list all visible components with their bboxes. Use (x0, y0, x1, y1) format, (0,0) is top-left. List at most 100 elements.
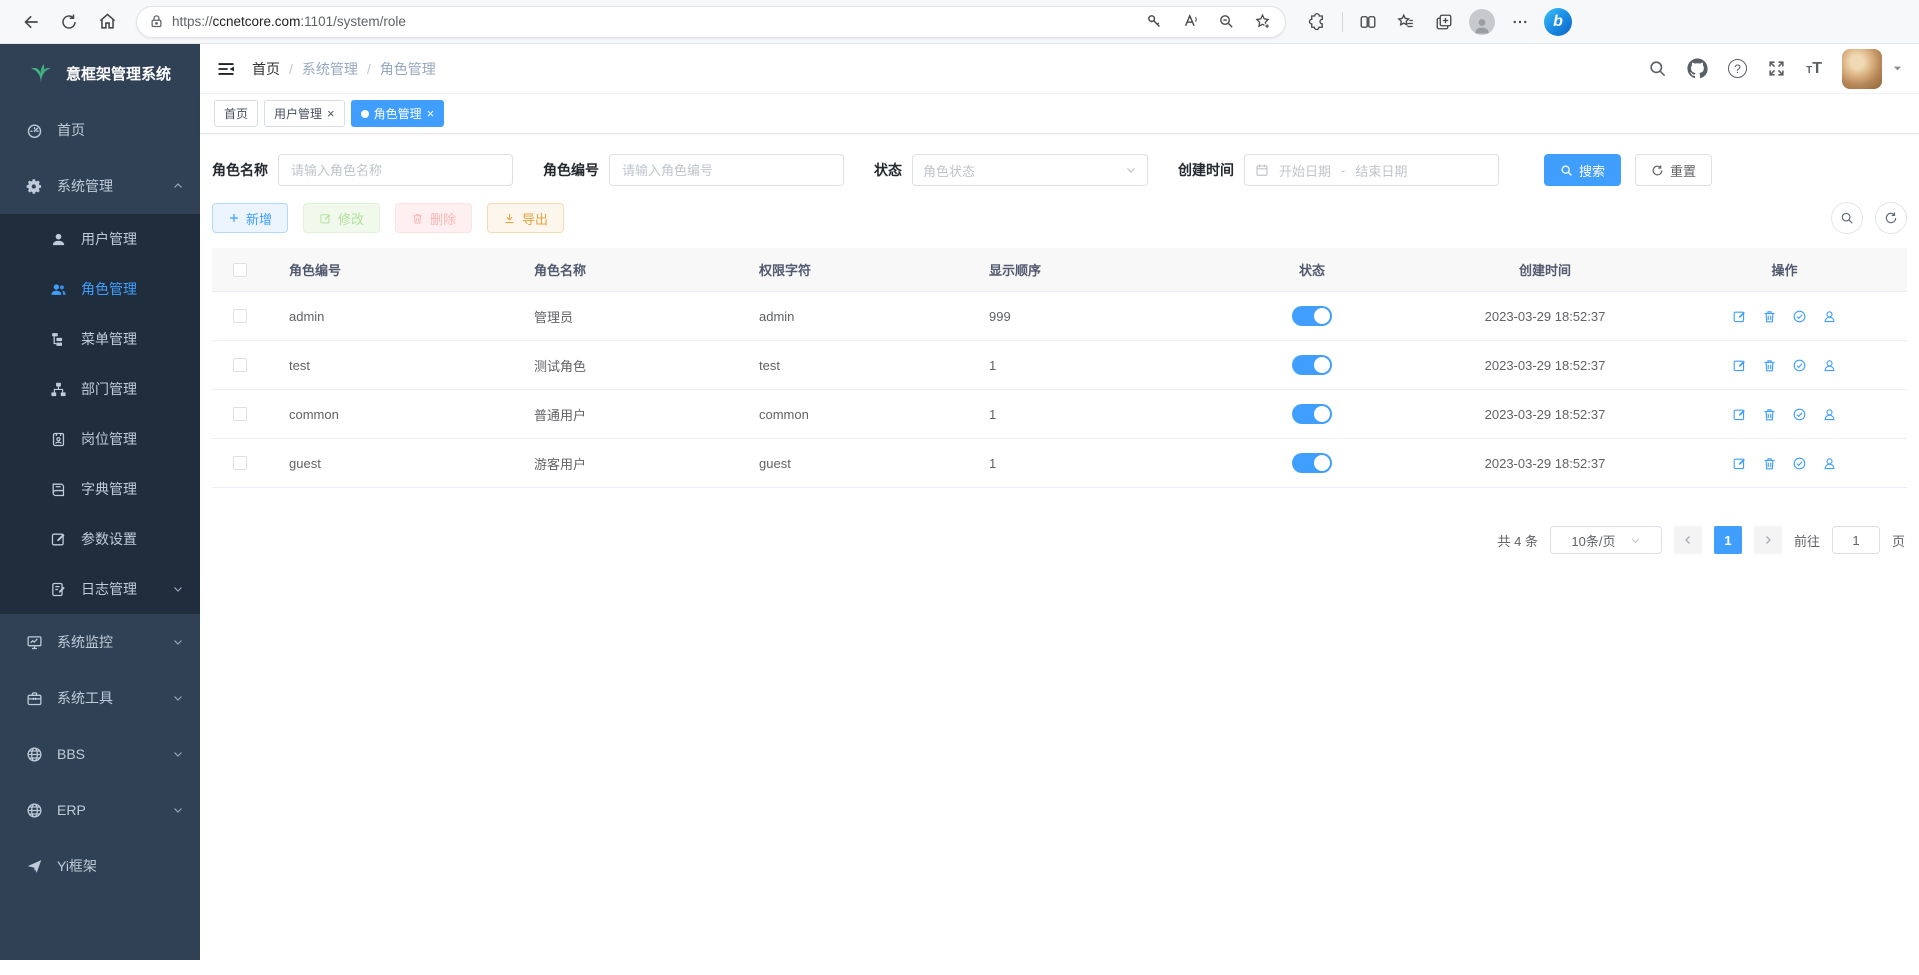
bing-chat-icon[interactable]: b (1541, 5, 1575, 39)
status-toggle[interactable] (1292, 355, 1332, 375)
row-assign-user-icon[interactable] (1822, 407, 1837, 422)
prev-page-button[interactable] (1674, 526, 1702, 554)
help-icon[interactable]: ? (1728, 59, 1747, 78)
row-delete-icon[interactable] (1762, 358, 1777, 373)
more-icon[interactable] (1503, 5, 1537, 39)
log-icon (50, 581, 67, 598)
extensions-icon[interactable] (1300, 5, 1334, 39)
logo-icon (28, 61, 54, 85)
refresh-icon[interactable] (52, 5, 86, 39)
tab-user-mgmt[interactable]: 用户管理 × (264, 100, 345, 127)
tab-label: 角色管理 (374, 105, 422, 122)
sidebar-item-post-mgmt[interactable]: 岗位管理 (0, 414, 200, 464)
home-icon[interactable] (90, 5, 124, 39)
sidebar-item-log-mgmt[interactable]: 日志管理 (0, 564, 200, 614)
sidebar-item-yi-framework[interactable]: Yi框架 (0, 838, 200, 894)
sidebar-item-menu-mgmt[interactable]: 菜单管理 (0, 314, 200, 364)
row-assign-user-icon[interactable] (1822, 358, 1837, 373)
row-edit-icon[interactable] (1732, 456, 1747, 471)
tab-role-mgmt[interactable]: 角色管理 × (351, 100, 445, 127)
delete-button[interactable]: 删除 (395, 203, 472, 233)
row-permission-icon[interactable] (1792, 456, 1807, 471)
user-icon (50, 231, 67, 248)
refresh-table-icon[interactable] (1875, 202, 1907, 234)
search-icon[interactable] (1648, 59, 1667, 78)
plus-icon (228, 212, 240, 224)
sidebar-item-label: 参数设置 (81, 529, 137, 549)
row-checkbox[interactable] (233, 407, 247, 421)
sidebar-item-label: BBS (57, 746, 85, 762)
avatar-caret-icon[interactable] (1892, 63, 1903, 74)
edit-button[interactable]: 修改 (303, 203, 380, 233)
browser-profile-icon[interactable] (1465, 5, 1499, 39)
page-1-button[interactable]: 1 (1714, 526, 1742, 554)
sidebar-item-system-monitor[interactable]: 系统监控 (0, 614, 200, 670)
role-name-input[interactable] (278, 154, 513, 186)
breadcrumb-home[interactable]: 首页 (252, 59, 280, 79)
font-size-icon[interactable]: TT (1806, 60, 1822, 78)
sidebar-item-erp[interactable]: ERP (0, 782, 200, 838)
row-delete-icon[interactable] (1762, 309, 1777, 324)
chevron-down-icon (172, 692, 184, 704)
row-permission-icon[interactable] (1792, 407, 1807, 422)
github-icon[interactable] (1687, 58, 1708, 79)
key-icon[interactable] (1137, 5, 1171, 39)
table-header: 角色编号 角色名称 权限字符 显示顺序 状态 创建时间 操作 (212, 248, 1907, 292)
reset-button[interactable]: 重置 (1635, 154, 1712, 186)
collections-icon[interactable] (1427, 5, 1461, 39)
row-edit-icon[interactable] (1732, 358, 1747, 373)
row-permission-icon[interactable] (1792, 358, 1807, 373)
sidebar-item-dict-mgmt[interactable]: 字典管理 (0, 464, 200, 514)
cell-role-name: 测试角色 (512, 356, 737, 375)
date-range-picker[interactable]: 开始日期 - 结束日期 (1244, 154, 1499, 186)
close-icon[interactable]: × (427, 107, 435, 120)
export-button[interactable]: 导出 (487, 203, 564, 233)
status-toggle[interactable] (1292, 306, 1332, 326)
fullscreen-icon[interactable] (1767, 59, 1786, 78)
row-edit-icon[interactable] (1732, 407, 1747, 422)
row-assign-user-icon[interactable] (1822, 309, 1837, 324)
split-screen-icon[interactable] (1351, 5, 1385, 39)
gear-icon (26, 178, 43, 195)
add-favorite-icon[interactable] (1245, 5, 1279, 39)
close-icon[interactable]: × (327, 107, 335, 120)
row-checkbox[interactable] (233, 456, 247, 470)
zoom-out-icon[interactable] (1209, 5, 1243, 39)
logo[interactable]: 意框架管理系统 (0, 44, 200, 102)
tab-home[interactable]: 首页 (214, 100, 258, 127)
read-aloud-icon[interactable] (1173, 5, 1207, 39)
next-page-button[interactable] (1754, 526, 1782, 554)
user-avatar[interactable] (1842, 49, 1882, 89)
back-icon[interactable] (14, 5, 48, 39)
sidebar-item-bbs[interactable]: BBS (0, 726, 200, 782)
collapse-menu-icon[interactable] (216, 59, 236, 79)
role-code-input[interactable] (609, 154, 844, 186)
row-permission-icon[interactable] (1792, 309, 1807, 324)
sidebar-item-system-mgmt[interactable]: 系统管理 (0, 158, 200, 214)
status-toggle[interactable] (1292, 453, 1332, 473)
address-bar[interactable]: https://ccnetcore.com:1101/system/role (136, 6, 1286, 38)
status-toggle[interactable] (1292, 404, 1332, 424)
select-all-checkbox[interactable] (233, 263, 247, 277)
favorites-icon[interactable] (1389, 5, 1423, 39)
goto-page-input[interactable] (1832, 526, 1880, 554)
sidebar-item-home[interactable]: 首页 (0, 102, 200, 158)
sidebar-item-dept-mgmt[interactable]: 部门管理 (0, 364, 200, 414)
sidebar-item-user-mgmt[interactable]: 用户管理 (0, 214, 200, 264)
row-delete-icon[interactable] (1762, 407, 1777, 422)
add-button[interactable]: 新增 (212, 203, 288, 233)
status-select[interactable]: 角色状态 (912, 154, 1148, 186)
row-assign-user-icon[interactable] (1822, 456, 1837, 471)
toolbox-icon (26, 690, 43, 707)
row-delete-icon[interactable] (1762, 456, 1777, 471)
sidebar-item-param-settings[interactable]: 参数设置 (0, 514, 200, 564)
sidebar-item-system-tools[interactable]: 系统工具 (0, 670, 200, 726)
row-checkbox[interactable] (233, 309, 247, 323)
row-edit-icon[interactable] (1732, 309, 1747, 324)
page-size-select[interactable]: 10条/页 (1550, 526, 1662, 554)
sidebar-item-role-mgmt[interactable]: 角色管理 (0, 264, 200, 314)
row-checkbox[interactable] (233, 358, 247, 372)
cell-display-order: 1 (967, 456, 1196, 471)
toggle-search-icon[interactable] (1831, 202, 1863, 234)
search-button[interactable]: 搜索 (1544, 154, 1621, 186)
